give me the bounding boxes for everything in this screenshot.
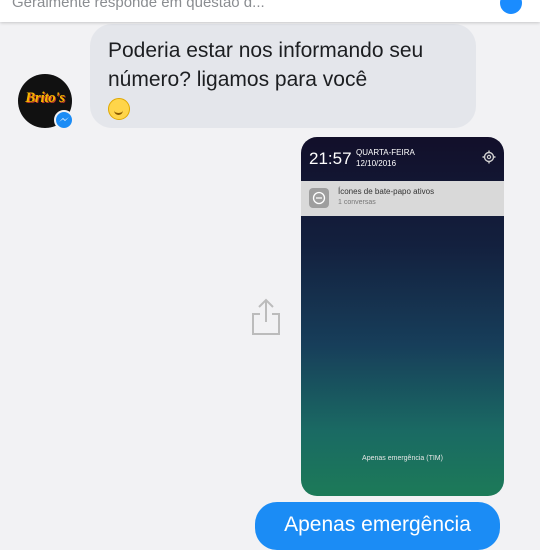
screenshot-attachment[interactable]: 21:57 QUARTA-FEIRA 12/10/2016 Ícones de …: [301, 137, 504, 496]
lockscreen-date: 12/10/2016: [356, 159, 397, 168]
contact-avatar[interactable]: Brito's: [18, 74, 74, 130]
top-bar: Geralmente responde em questão d...: [0, 0, 540, 22]
outgoing-message-bubble[interactable]: Apenas emergência: [255, 502, 500, 550]
notification-subtitle: 1 conversas: [338, 199, 376, 206]
availability-status: Geralmente responde em questão d...: [12, 0, 265, 11]
share-icon[interactable]: [250, 298, 282, 336]
header-action-icon[interactable]: [500, 0, 522, 14]
gear-icon: [482, 150, 496, 164]
lockscreen-time: 21:57: [309, 149, 352, 168]
smiling-face-icon: [108, 98, 130, 120]
messenger-bolt-icon: [59, 117, 69, 122]
incoming-message-bubble[interactable]: Poderia estar nos informando seu número?…: [90, 24, 476, 128]
emergency-only-text: Apenas emergência (TIM): [362, 455, 443, 462]
incoming-message-text: Poderia estar nos informando seu número?…: [108, 36, 468, 125]
avatar-logo-text: Brito's: [25, 90, 65, 106]
outgoing-message-text: Apenas emergência: [284, 513, 471, 536]
notification-title: Ícones de bate-papo ativos: [338, 187, 435, 196]
lockscreen-notification: Ícones de bate-papo ativos 1 conversas: [301, 181, 504, 216]
chat-heads-icon: [309, 188, 329, 208]
messenger-badge-icon: [54, 110, 74, 130]
incoming-message-body: Poderia estar nos informando seu número?…: [108, 39, 424, 91]
lockscreen-weekday: QUARTA-FEIRA: [356, 148, 415, 157]
